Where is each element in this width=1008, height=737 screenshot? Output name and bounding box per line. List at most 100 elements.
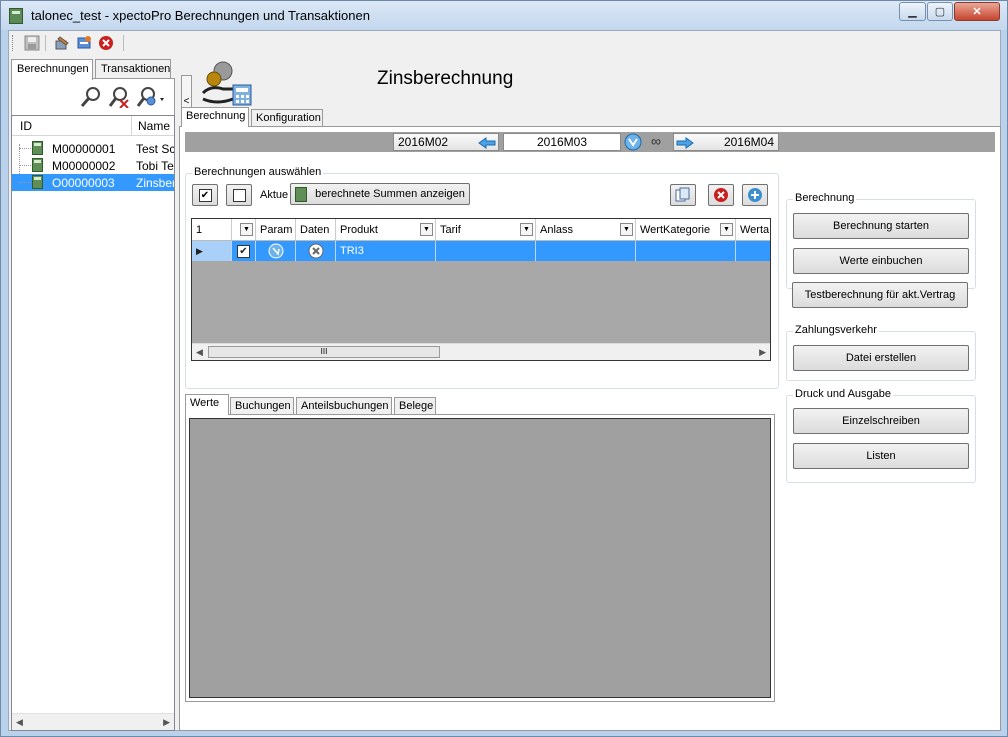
- column-wertkategorie[interactable]: WertKategorie ▼: [636, 219, 736, 240]
- copy-button[interactable]: [670, 184, 696, 206]
- cell-anlass[interactable]: [536, 241, 636, 261]
- clear-search-icon[interactable]: [108, 86, 130, 111]
- column-check[interactable]: ▼: [232, 219, 256, 240]
- app-window: talonec_test - xpectoPro Berechnungen un…: [0, 0, 1008, 737]
- item-name: Tobi Tes: [136, 159, 174, 173]
- column-id[interactable]: ID: [20, 119, 32, 133]
- calculator-icon: [295, 187, 307, 202]
- column-param[interactable]: Param: [256, 219, 296, 240]
- create-file-button[interactable]: Datei erstellen: [793, 345, 969, 371]
- toolbar-grip[interactable]: [12, 35, 15, 51]
- list-horizontal-scrollbar[interactable]: ◀ ▶: [12, 713, 174, 730]
- column-name[interactable]: Name: [138, 119, 170, 133]
- item-id: M00000001: [52, 142, 116, 156]
- save-icon[interactable]: [23, 34, 41, 52]
- param-icon[interactable]: [256, 241, 296, 261]
- cell-wertkategorie[interactable]: [636, 241, 736, 261]
- toolbar-separator: [123, 35, 124, 51]
- column-tarif[interactable]: Tarif ▼: [436, 219, 536, 240]
- toolbar: [9, 31, 1000, 56]
- cell-produkt[interactable]: TRI3: [336, 241, 436, 261]
- selection-group-title: Berechnungen auswählen: [192, 166, 324, 178]
- lists-button[interactable]: Listen: [793, 443, 969, 469]
- page-title: Zinsberechnung: [377, 68, 514, 89]
- werte-tab-content: [185, 414, 775, 702]
- calculation-grid[interactable]: 1 ▼ Param Daten Produkt ▼ Tarif ▼ Anlass ▼ …: [191, 218, 771, 361]
- add-button[interactable]: [742, 184, 768, 206]
- dropdown-icon: ▼: [520, 223, 533, 236]
- reload-period-icon[interactable]: [623, 133, 643, 151]
- refresh-icon[interactable]: [75, 34, 93, 52]
- cancel-icon[interactable]: [97, 34, 115, 52]
- berechnung-group-title: Berechnung: [793, 192, 857, 204]
- werte-grid[interactable]: [189, 418, 771, 698]
- delete-icon: [714, 188, 728, 202]
- tab-berechnungen[interactable]: Berechnungen: [11, 59, 93, 80]
- zahlungsverkehr-group: Zahlungsverkehr Datei erstellen: [786, 324, 976, 381]
- tab-belege[interactable]: Belege: [394, 397, 436, 415]
- add-icon: [748, 188, 762, 202]
- edit-icon[interactable]: [53, 34, 71, 52]
- zahlungsverkehr-group-title: Zahlungsverkehr: [793, 324, 879, 336]
- tab-berechnung[interactable]: Berechnung: [181, 107, 249, 127]
- column-produkt[interactable]: Produkt ▼: [336, 219, 436, 240]
- deselect-all-button[interactable]: [226, 184, 252, 206]
- current-period-field[interactable]: 2016M03: [503, 133, 621, 151]
- no-data-icon[interactable]: [296, 241, 336, 261]
- dropdown-icon: ▼: [240, 223, 253, 236]
- calculation-logo-icon: [201, 59, 253, 107]
- column-werta[interactable]: Werta: [736, 219, 770, 240]
- close-button[interactable]: ✕: [954, 2, 1000, 21]
- item-name: Test Scr: [136, 142, 174, 156]
- title-bar[interactable]: talonec_test - xpectoPro Berechnungen un…: [1, 1, 1007, 30]
- calculation-list[interactable]: ID Name M00000001 Test Scr M00000002 Tob…: [11, 115, 175, 731]
- maximize-button[interactable]: ▢: [927, 2, 953, 21]
- scroll-right-icon[interactable]: ▶: [759, 347, 766, 358]
- app-calculator-icon: [9, 8, 23, 24]
- cell-werta[interactable]: [736, 241, 770, 261]
- druck-group: Druck und Ausgabe Einzelschreiben Listen: [786, 388, 976, 483]
- delete-button[interactable]: [708, 184, 734, 206]
- link-icon[interactable]: ∞: [645, 133, 667, 151]
- berechnung-group: Berechnung Berechnung starten Werte einb…: [786, 192, 976, 289]
- grid-horizontal-scrollbar[interactable]: ◀ III ▶: [192, 343, 770, 360]
- next-period-button[interactable]: 2016M04: [673, 133, 779, 151]
- list-item-selected[interactable]: O00000003 Zinsbere: [12, 174, 174, 191]
- previous-period-button[interactable]: 2016M02: [393, 133, 499, 151]
- druck-group-title: Druck und Ausgabe: [793, 388, 894, 400]
- select-all-button[interactable]: ✔: [192, 184, 218, 206]
- item-name: Zinsbere: [136, 176, 174, 190]
- search-settings-icon[interactable]: [136, 86, 166, 111]
- scroll-left-icon[interactable]: ◀: [196, 347, 203, 358]
- table-row[interactable]: ▶ ✔ TRI3: [192, 241, 770, 261]
- minimize-button[interactable]: ▁: [899, 2, 926, 21]
- column-anlass[interactable]: Anlass ▼: [536, 219, 636, 240]
- list-header: ID Name: [12, 116, 174, 136]
- client-area: Berechnungen Transaktionen ID Name M0000…: [8, 30, 1001, 731]
- copy-icon: [675, 187, 690, 202]
- tab-werte[interactable]: Werte: [185, 394, 229, 415]
- tab-buchungen[interactable]: Buchungen: [230, 397, 294, 415]
- row-checkbox[interactable]: ✔: [232, 241, 256, 261]
- cell-tarif[interactable]: [436, 241, 536, 261]
- single-letter-button[interactable]: Einzelschreiben: [793, 408, 969, 434]
- list-item[interactable]: M00000001 Test Scr: [12, 140, 174, 157]
- grid-header: 1 ▼ Param Daten Produkt ▼ Tarif ▼ Anlass ▼ …: [192, 219, 770, 241]
- scroll-right-icon[interactable]: ▶: [163, 717, 170, 728]
- test-calculation-button[interactable]: Testberechnung für akt.Vertrag: [792, 282, 968, 308]
- dropdown-icon: ▼: [620, 223, 633, 236]
- empty-box-icon: [232, 188, 246, 202]
- book-values-button[interactable]: Werte einbuchen: [793, 248, 969, 274]
- item-id: M00000002: [52, 159, 116, 173]
- search-icon[interactable]: [80, 86, 102, 111]
- tab-transaktionen[interactable]: Transaktionen: [95, 59, 171, 79]
- arrow-left-icon: [478, 137, 496, 149]
- show-sums-button[interactable]: berechnete Summen anzeigen: [290, 183, 470, 205]
- start-calculation-button[interactable]: Berechnung starten: [793, 213, 969, 239]
- row-selector[interactable]: ▶: [192, 241, 232, 261]
- column-daten[interactable]: Daten: [296, 219, 336, 240]
- list-item[interactable]: M00000002 Tobi Tes: [12, 157, 174, 174]
- tab-anteilsbuchungen[interactable]: Anteilsbuchungen: [296, 397, 392, 415]
- scroll-thumb[interactable]: III: [208, 346, 440, 358]
- scroll-left-icon[interactable]: ◀: [16, 717, 23, 728]
